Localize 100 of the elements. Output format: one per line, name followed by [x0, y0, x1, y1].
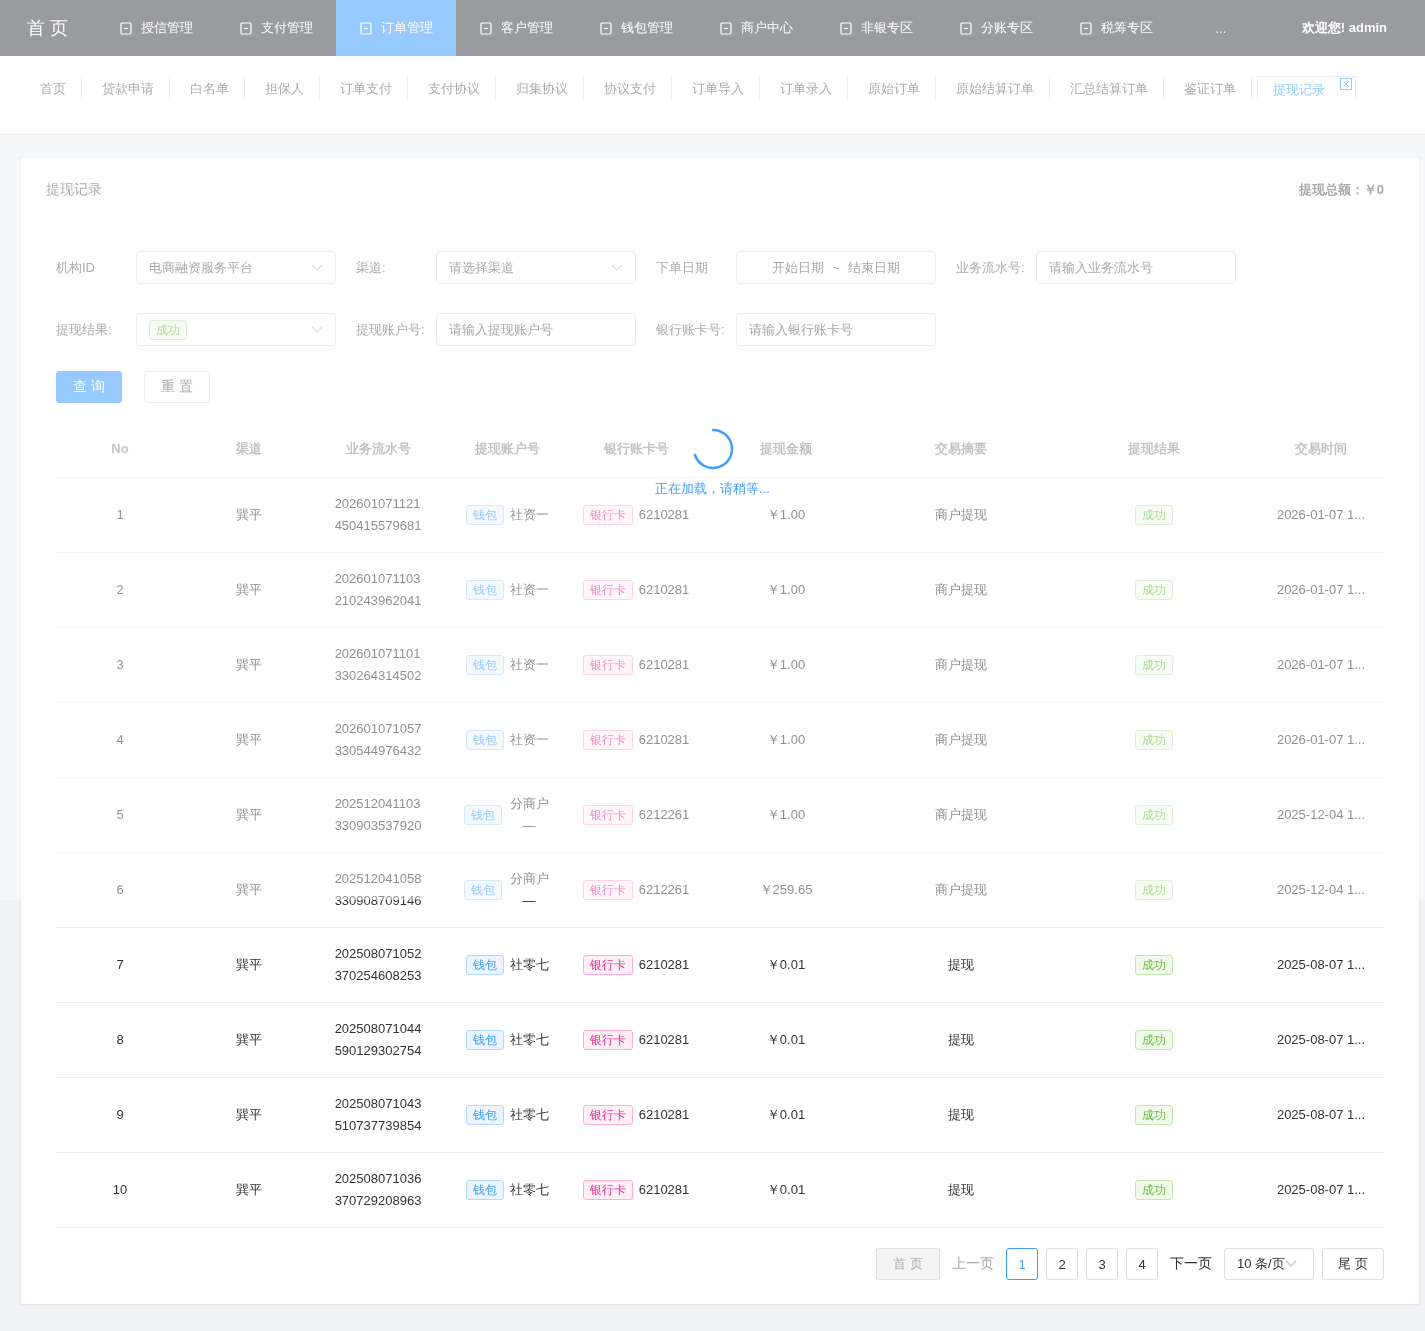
last-page-button[interactable]: 尾 页	[1322, 1248, 1384, 1280]
document-icon	[239, 20, 253, 36]
table-cell-text: 6210281	[638, 1031, 690, 1049]
table-cell-text: 分商户—	[508, 795, 550, 835]
page-tab[interactable]: 订单支付	[325, 76, 408, 100]
table-cell-text: 5	[116, 806, 124, 824]
page-tab[interactable]: 首页	[25, 76, 82, 100]
filter-label: 机构ID	[56, 259, 96, 277]
dropdown-caret-icon	[611, 263, 623, 272]
page-number-button[interactable]: 1	[1006, 1248, 1038, 1280]
document-icon	[479, 20, 493, 36]
filter-label: 银行账卡号:	[656, 321, 726, 339]
wallet-tag: 钱包	[465, 730, 504, 750]
date-range-field[interactable]: 开始日期 ~ 结束日期	[736, 251, 936, 284]
select-field[interactable]: 成功	[136, 313, 336, 346]
document-icon	[959, 20, 973, 36]
column-header: 提现账户号	[474, 439, 540, 458]
table-cell-text: ￥0.01	[766, 1031, 806, 1049]
table-cell-text: 提现	[948, 956, 974, 974]
bank-card-tag: 银行卡	[582, 730, 633, 750]
more-menu[interactable]: ...	[1176, 0, 1266, 56]
page-tab[interactable]: 归集协议	[501, 76, 584, 100]
table-cell-text: 202512041058330908709146	[334, 870, 422, 910]
input-field[interactable]: 请输入提现账户号	[436, 313, 636, 346]
column-header: 提现金额	[760, 439, 812, 458]
table-cell-text: ￥259.65	[759, 881, 813, 899]
table-cell-text: 社零七	[509, 956, 549, 974]
bank-card-tag: 银行卡	[582, 1105, 633, 1125]
table-cell-text: 提现	[948, 1106, 974, 1124]
table-cell-text: ￥0.01	[766, 1106, 806, 1124]
page-size-select[interactable]: 10 条/页	[1224, 1248, 1314, 1280]
home-logo[interactable]: 首 页	[0, 0, 96, 56]
table-cell-text: 社零七	[509, 1106, 549, 1124]
document-icon	[359, 20, 373, 36]
nav-menu-item[interactable]: 分账专区	[936, 0, 1056, 56]
page-tab[interactable]: 提现记录	[1257, 76, 1356, 100]
nav-menu-item[interactable]: 税筹专区	[1056, 0, 1176, 56]
table-cell-text: 巽平	[235, 881, 262, 899]
nav-menu-item[interactable]: 商户中心	[696, 0, 816, 56]
select-field[interactable]: 请选择渠道	[436, 251, 636, 284]
filter-label: 下单日期	[656, 259, 709, 277]
page-tab[interactable]: 白名单	[175, 76, 245, 100]
input-field[interactable]: 请输入业务流水号	[1036, 251, 1236, 284]
wallet-tag: 钱包	[464, 880, 503, 900]
nav-menu-item[interactable]: 客户管理	[456, 0, 576, 56]
table-cell-text: 6	[116, 881, 124, 899]
document-icon	[599, 20, 613, 36]
page-tab[interactable]: 担保人	[250, 76, 320, 100]
nav-menu-item[interactable]: 支付管理	[216, 0, 336, 56]
reset-button[interactable]: 重 置	[143, 371, 210, 403]
page-tab[interactable]: 原始订单	[853, 76, 936, 100]
wallet-tag: 钱包	[465, 1030, 504, 1050]
table-cell-text: 2026-01-07 1...	[1276, 731, 1366, 749]
column-header: 渠道	[235, 439, 262, 458]
table-cell-text: 2025-08-07 1...	[1276, 1031, 1366, 1049]
nav-menu-item[interactable]: 授信管理	[96, 0, 216, 56]
column-header: 银行账卡号	[603, 439, 669, 458]
page-tab[interactable]: 订单录入	[765, 76, 848, 100]
table-cell-text: 社零七	[509, 1031, 549, 1049]
table-cell-text: 7	[116, 956, 124, 974]
page-tab[interactable]: 支付协议	[413, 76, 496, 100]
table-cell-text: 巽平	[235, 1031, 262, 1049]
status-tag: 成功	[1134, 655, 1173, 675]
table-cell-text: 商户提现	[935, 881, 987, 899]
filter-label: 提现账户号:	[356, 321, 426, 339]
page-number-button[interactable]: 4	[1126, 1248, 1158, 1280]
table-cell-text: ￥1.00	[766, 656, 806, 674]
wallet-tag: 钱包	[465, 955, 504, 975]
page-tab[interactable]: 贷款申请	[87, 76, 170, 100]
page-number-button[interactable]: 3	[1086, 1248, 1118, 1280]
nav-menu-item[interactable]: 订单管理	[336, 0, 456, 56]
select-field[interactable]: 电商融资服务平台	[136, 251, 336, 284]
bank-card-tag: 银行卡	[582, 655, 633, 675]
page-tab[interactable]: 原始结算订单	[941, 76, 1050, 100]
table-cell-text: 202601071103210243962041	[334, 570, 422, 610]
nav-menu-item[interactable]: 非银专区	[816, 0, 936, 56]
page-tab[interactable]: 订单导入	[677, 76, 760, 100]
wallet-tag: 钱包	[464, 805, 503, 825]
page-number-button[interactable]: 2	[1046, 1248, 1078, 1280]
status-tag: 成功	[1134, 1105, 1173, 1125]
table-cell-text: 6210281	[638, 1181, 690, 1199]
document-icon	[719, 20, 733, 36]
table-cell-text: 提现	[948, 1181, 974, 1199]
input-field[interactable]: 请输入银行账卡号	[736, 313, 936, 346]
table-cell-text: 2	[116, 581, 124, 599]
close-icon[interactable]	[1340, 78, 1352, 90]
wallet-tag: 钱包	[465, 505, 504, 525]
table-cell-text: 商户提现	[935, 581, 987, 599]
page-tab[interactable]: 鉴证订单	[1169, 76, 1252, 100]
nav-menu-item[interactable]: 钱包管理	[576, 0, 696, 56]
table-cell-text: 202508071036370729208963	[334, 1170, 422, 1210]
bank-card-tag: 银行卡	[582, 580, 633, 600]
page-tab[interactable]: 汇总结算订单	[1055, 76, 1164, 100]
table-cell-text: 2026-01-07 1...	[1276, 581, 1366, 599]
welcome-user[interactable]: 欢迎您! admin	[1301, 0, 1425, 56]
table-cell-text: 巽平	[235, 956, 262, 974]
table-cell-text: 2025-08-07 1...	[1276, 1181, 1366, 1199]
search-button[interactable]: 查 询	[56, 371, 122, 403]
page-tab[interactable]: 协议支付	[589, 76, 672, 100]
next-page-link[interactable]: 下一页	[1166, 1255, 1216, 1273]
